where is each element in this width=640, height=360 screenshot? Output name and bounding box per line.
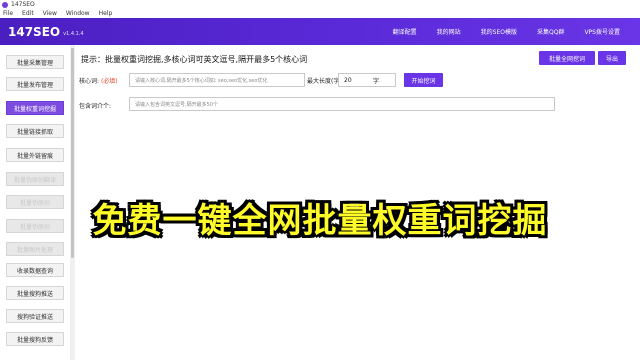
sidebar-item-link-grab[interactable]: 批量链接抓取 bbox=[6, 124, 64, 138]
menu-file[interactable]: File bbox=[3, 10, 13, 17]
sidebar-item-collect[interactable]: 批量采集管理 bbox=[6, 55, 64, 69]
core-word-input[interactable]: 请输入核心词,隔开最多5个核心词如: seo,seo优化,seo优化 bbox=[129, 73, 305, 87]
nav-seo-templates[interactable]: 我的SEO模版 bbox=[481, 27, 517, 36]
tip-text: 提示：批量权重词挖掘,多核心词可英文逗号,隔开最多5个核心词 bbox=[81, 55, 308, 64]
max-length-input[interactable]: 20 bbox=[338, 73, 396, 87]
nav-translate-config[interactable]: 翻译配置 bbox=[393, 27, 417, 36]
window-title: 147SEO bbox=[11, 1, 35, 8]
menu-edit[interactable]: Edit bbox=[22, 10, 34, 17]
core-word-label: 核心词: (必填) bbox=[79, 76, 118, 85]
brand-logo: 147SEO bbox=[8, 24, 61, 39]
menu-help[interactable]: Help bbox=[99, 10, 113, 17]
promo-banner: 免费一键全网批量权重词挖掘 bbox=[92, 201, 548, 241]
sidebar-item-translate[interactable]: 批量伪原创翻译 bbox=[6, 172, 64, 186]
sidebar-item-index-query[interactable]: 收录数据查询 bbox=[6, 263, 64, 277]
sidebar-item-publish[interactable]: 批量发布管理 bbox=[6, 77, 64, 91]
version-label: v1.4.1.4 bbox=[63, 31, 84, 37]
start-mining-button[interactable]: 开始挖词 bbox=[404, 73, 443, 87]
required-mark: (必填) bbox=[100, 78, 118, 85]
export-all-button[interactable]: 批量全网挖词 bbox=[539, 51, 595, 65]
header-nav: 翻译配置 我的网站 我的SEO模版 采集QQ群 VPS拨号设置 bbox=[393, 18, 640, 45]
sidebar-item-sogou-verify[interactable]: 搜狗验证推送 bbox=[6, 309, 64, 323]
include-label: 包含词介个: bbox=[79, 103, 112, 110]
export-button[interactable]: 导出 bbox=[598, 51, 626, 65]
core-word-label-text: 核心词: bbox=[79, 78, 100, 85]
app-icon bbox=[2, 1, 8, 8]
sidebar-item-sogou-feedback[interactable]: 批量搜狗反馈 bbox=[6, 332, 64, 346]
nav-qq-groups[interactable]: 采集QQ群 bbox=[537, 27, 564, 36]
app-header: 147SEO v1.4.1.4 翻译配置 我的网站 我的SEO模版 采集QQ群 … bbox=[0, 18, 640, 45]
sidebar-item-images[interactable]: 批量图片处理 bbox=[6, 242, 64, 256]
sidebar-item-sogou-push[interactable]: 批量搜狗推送 bbox=[6, 286, 64, 300]
include-input[interactable]: 请输入包含词英文逗号,隔开最多50个 bbox=[129, 97, 555, 111]
menu-view[interactable]: View bbox=[43, 10, 57, 17]
max-length-unit: 字 bbox=[373, 78, 380, 85]
menu-bar: File Edit View Window Help bbox=[0, 9, 640, 18]
menu-window[interactable]: Window bbox=[66, 10, 90, 17]
sidebar-item-keyword-mining[interactable]: 批量权重词挖掘 bbox=[6, 101, 64, 115]
sidebar-item-backlinks[interactable]: 批量外链留痕 bbox=[6, 148, 64, 162]
nav-my-sites[interactable]: 我的网站 bbox=[437, 27, 461, 36]
nav-vps-settings[interactable]: VPS拨号设置 bbox=[584, 27, 620, 36]
window-titlebar: 147SEO bbox=[0, 0, 640, 9]
